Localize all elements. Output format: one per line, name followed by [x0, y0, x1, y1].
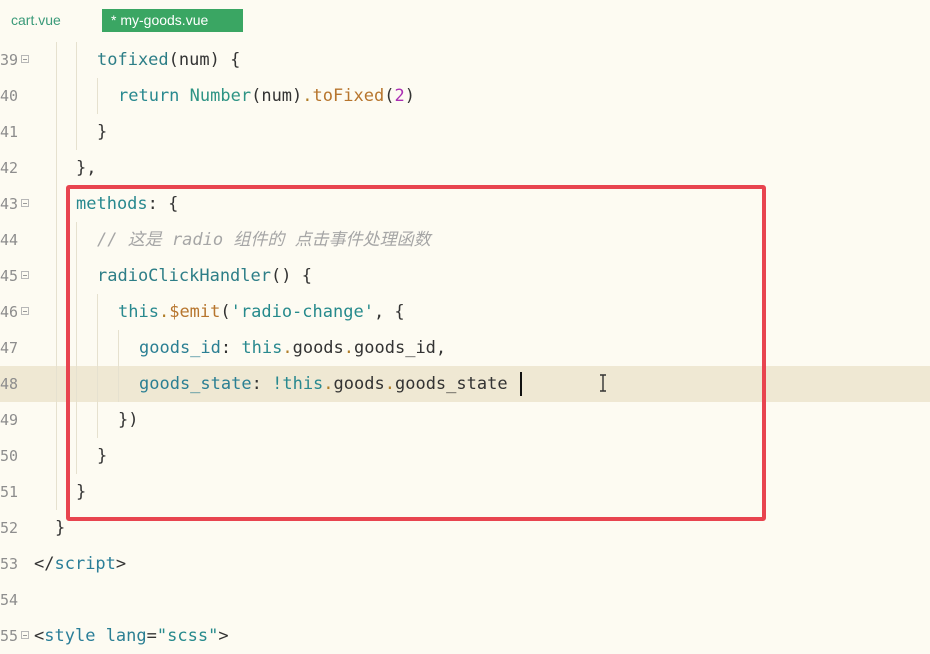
indent-guide — [56, 222, 57, 258]
line-number: 54 — [0, 591, 19, 609]
indent-guide — [56, 474, 57, 510]
line-number: 48 — [0, 375, 19, 393]
fold-toggle-icon[interactable] — [21, 199, 29, 207]
line-number: 45 — [0, 267, 19, 285]
fold-toggle-icon[interactable] — [21, 55, 29, 63]
line-number: 55 — [0, 627, 19, 645]
code-line: 41 } — [0, 114, 930, 150]
code-text: }, — [76, 158, 97, 178]
code-text: return Number(num).toFixed(2) — [118, 86, 415, 106]
tab-bar: cart.vue * my-goods.vue — [0, 0, 930, 40]
line-number: 47 — [0, 339, 19, 357]
fold-toggle-icon[interactable] — [21, 271, 29, 279]
line-number: 43 — [0, 195, 19, 213]
code-text: } — [55, 518, 66, 538]
line-number: 50 — [0, 447, 19, 465]
code-text: tofixed(num) { — [97, 50, 241, 70]
code-line: 53 </script> — [0, 546, 930, 582]
fold-toggle-icon[interactable] — [21, 631, 29, 639]
code-line: 40 return Number(num).toFixed(2) — [0, 78, 930, 114]
indent-guide — [56, 258, 57, 294]
code-text: </script> — [34, 554, 127, 574]
indent-guide — [56, 186, 57, 222]
line-number: 46 — [0, 303, 19, 321]
code-text: <style lang="scss"> — [34, 626, 229, 646]
fold-toggle-icon[interactable] — [21, 307, 29, 315]
indent-guide — [56, 150, 57, 186]
line-number: 49 — [0, 411, 19, 429]
code-text: } — [97, 122, 108, 142]
line-number: 51 — [0, 483, 19, 501]
code-line: 42 }, — [0, 150, 930, 186]
code-line: 54 — [0, 582, 930, 618]
indent-guide — [76, 78, 77, 114]
line-number: 44 — [0, 231, 19, 249]
indent-guide — [76, 42, 77, 78]
indent-guide — [97, 78, 98, 114]
tab-my-goods-vue[interactable]: * my-goods.vue — [102, 9, 243, 32]
indent-guide — [56, 438, 57, 474]
line-number: 42 — [0, 159, 19, 177]
indent-guide — [56, 78, 57, 114]
code-line: 55 <style lang="scss"> — [0, 618, 930, 654]
line-number: 53 — [0, 555, 19, 573]
indent-guide — [56, 366, 57, 402]
indent-guide — [56, 114, 57, 150]
indent-guide — [56, 402, 57, 438]
annotation-highlight-box — [66, 185, 766, 521]
line-number: 41 — [0, 123, 19, 141]
indent-guide — [56, 294, 57, 330]
indent-guide — [56, 330, 57, 366]
indent-guide — [56, 42, 57, 78]
indent-guide — [76, 114, 77, 150]
line-number: 40 — [0, 87, 19, 105]
code-line: 39 tofixed(num) { — [0, 42, 930, 78]
line-number: 39 — [0, 51, 19, 69]
tab-cart-vue[interactable]: cart.vue — [2, 9, 70, 32]
line-number: 52 — [0, 519, 19, 537]
